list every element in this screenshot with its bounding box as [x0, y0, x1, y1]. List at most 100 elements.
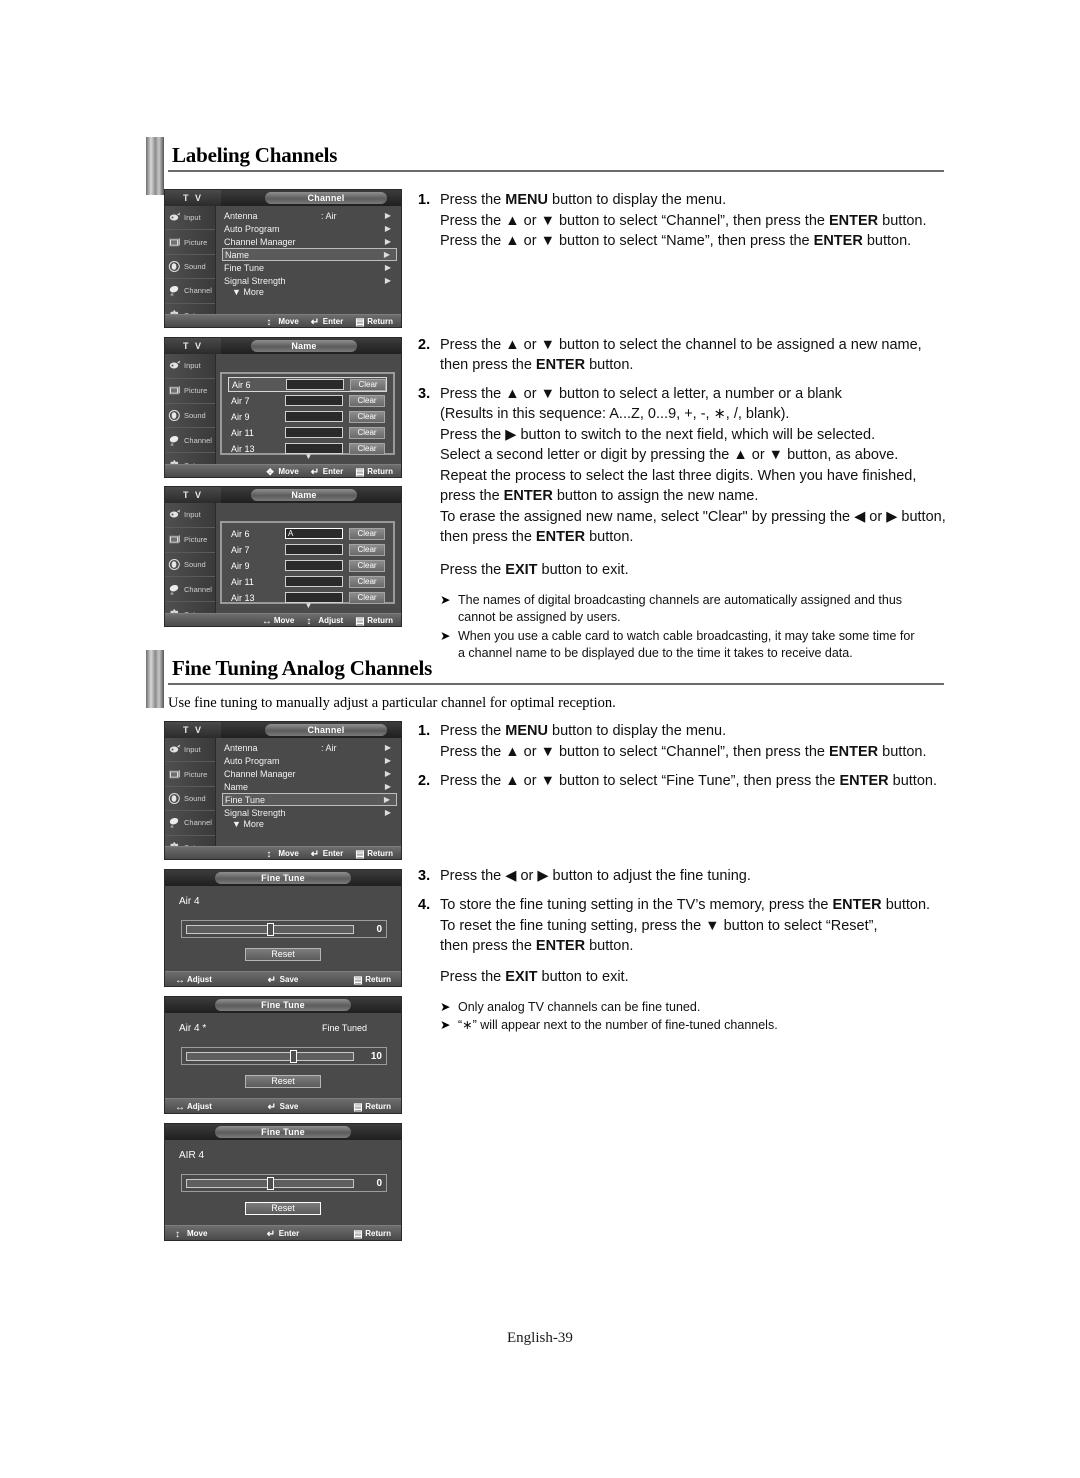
osd-screen-title: Fine Tune	[215, 872, 351, 884]
osd-fine-tune-reset[interactable]: Fine Tune AIR 4 0 Reset Move Enter	[164, 1123, 402, 1241]
name-input[interactable]	[285, 560, 343, 571]
osd-fine-tune-initial[interactable]: Fine Tune Air 4 0 Reset Adjust Save	[164, 869, 402, 987]
sidebar-item-input[interactable]: Input	[165, 503, 215, 528]
name-row[interactable]: Air 11 Clear	[228, 574, 387, 589]
bottom-enter-label: Enter	[278, 1228, 300, 1238]
name-input[interactable]	[285, 544, 343, 555]
name-row[interactable]: Air 9 Clear	[228, 558, 387, 573]
sidebar-item-channel[interactable]: Channel	[165, 577, 215, 603]
step-line: Press the ▲ or ▼ button to select “Name”…	[440, 233, 912, 249]
scroll-down-caret-icon[interactable]: ▼	[216, 601, 401, 610]
page-footer: English-39	[507, 1330, 573, 1346]
osd-name-list-empty[interactable]: T V Name Input Picture Sound Channel Air…	[164, 337, 402, 478]
clear-button[interactable]: Clear	[349, 426, 385, 439]
sidebar-item-picture[interactable]: Picture	[165, 230, 215, 255]
name-input[interactable]	[285, 427, 343, 438]
sidebar-item-picture[interactable]: Picture	[165, 379, 215, 404]
menu-item-more[interactable]: ▼ More	[222, 287, 397, 297]
sidebar-item-channel[interactable]: Channel	[165, 811, 215, 836]
menu-item-more[interactable]: ▼ More	[222, 819, 397, 829]
sidebar-item-sound[interactable]: Sound	[165, 787, 215, 812]
chevron-right-icon: ▶	[384, 276, 392, 285]
reset-button[interactable]: Reset	[245, 1075, 321, 1088]
slider-track[interactable]	[186, 1049, 354, 1063]
exit-instruction: Press the EXIT button to exit.	[440, 561, 629, 578]
name-row-channel: Air 6	[231, 528, 250, 539]
name-row[interactable]: Air 6 Clear	[228, 377, 387, 392]
sidebar-item-input[interactable]: Input	[165, 206, 215, 231]
step-line: To erase the assigned new name, select "…	[440, 508, 946, 525]
sidebar-item-sound[interactable]: Sound	[165, 255, 215, 280]
sidebar-item-picture[interactable]: Picture	[165, 762, 215, 787]
sidebar-item-input[interactable]: Input	[165, 738, 215, 763]
fine-tune-slider[interactable]: 0	[181, 1174, 387, 1192]
menu-item-antenna[interactable]: Antenna : Air ▶	[222, 741, 397, 754]
osd-bottom-bar: Move Enter Return	[165, 1225, 401, 1240]
sidebar-item-channel[interactable]: Channel	[165, 279, 215, 304]
menu-item-auto-program[interactable]: Auto Program ▶	[222, 222, 397, 235]
osd-name-list-editing[interactable]: T V Name Input Picture Sound Channel Air…	[164, 486, 402, 627]
sidebar-item-sound[interactable]: Sound	[165, 553, 215, 578]
slider-knob[interactable]	[266, 922, 274, 936]
name-input[interactable]: A	[285, 528, 343, 539]
fine-tune-body: Air 4 * Fine Tuned 10 Reset	[165, 1013, 401, 1099]
osd-channel-menu-finetune[interactable]: T V Channel Input Picture Sound Channel …	[164, 721, 402, 860]
slider-track[interactable]	[186, 922, 354, 936]
scroll-down-caret-icon[interactable]: ▼	[216, 452, 401, 461]
name-row[interactable]: Air 7 Clear	[228, 542, 387, 557]
enter-key-icon	[311, 467, 320, 476]
step-line: then press the ENTER button.	[440, 529, 634, 545]
slider-knob[interactable]	[266, 1176, 274, 1190]
clear-button[interactable]: Clear	[349, 410, 385, 423]
menu-item-name[interactable]: Name ▶	[222, 248, 397, 261]
name-input[interactable]	[285, 576, 343, 587]
reset-button[interactable]: Reset	[245, 1202, 321, 1215]
bottom-return-label: Return	[367, 848, 393, 858]
sidebar-item-label: Picture	[184, 769, 208, 779]
picture-icon	[168, 384, 181, 397]
osd-fine-tune-tuned[interactable]: Fine Tune Air 4 * Fine Tuned 10 Reset Ad…	[164, 996, 402, 1114]
menu-item-name[interactable]: Name ▶	[222, 780, 397, 793]
sidebar-item-input[interactable]: Input	[165, 354, 215, 379]
step-text: Press the ▲ or ▼ button to select “Fine …	[440, 771, 937, 792]
note-text: When you use a cable card to watch cable…	[458, 629, 915, 660]
four-way-arrows-icon	[266, 467, 275, 476]
menu-item-label: Auto Program	[224, 755, 280, 766]
clear-button[interactable]: Clear	[349, 527, 385, 540]
name-input[interactable]	[285, 395, 343, 406]
slider-track[interactable]	[186, 1176, 354, 1190]
leftright-arrows-icon	[262, 616, 271, 625]
menu-item-fine-tune[interactable]: Fine Tune ▶	[222, 793, 397, 806]
bottom-adjust-label: Adjust	[187, 974, 212, 984]
name-row[interactable]: Air 9 Clear	[228, 409, 387, 424]
clear-button[interactable]: Clear	[349, 559, 385, 572]
name-row[interactable]: Air 6 A Clear	[228, 526, 387, 541]
step-line: Press the ◀ or ▶ button to adjust the fi…	[440, 867, 751, 884]
menu-item-channel-manager[interactable]: Channel Manager ▶	[222, 767, 397, 780]
name-input[interactable]	[285, 411, 343, 422]
clear-button[interactable]: Clear	[349, 543, 385, 556]
fine-tune-slider[interactable]: 0	[181, 920, 387, 938]
menu-item-signal-strength[interactable]: Signal Strength ▶	[222, 274, 397, 287]
clear-button[interactable]: Clear	[349, 394, 385, 407]
fine-tune-slider[interactable]: 10	[181, 1047, 387, 1065]
name-row[interactable]: Air 7 Clear	[228, 393, 387, 408]
sidebar-item-channel[interactable]: Channel	[165, 428, 215, 454]
osd-channel-menu-name[interactable]: T V Channel Input Picture Sound Channel …	[164, 189, 402, 328]
menu-item-fine-tune[interactable]: Fine Tune ▶	[222, 261, 397, 274]
menu-item-signal-strength[interactable]: Signal Strength ▶	[222, 806, 397, 819]
clear-button[interactable]: Clear	[350, 378, 386, 391]
name-row[interactable]: Air 11 Clear	[228, 425, 387, 440]
bottom-move-label: Move	[278, 466, 299, 476]
reset-button[interactable]: Reset	[245, 948, 321, 961]
menu-item-auto-program[interactable]: Auto Program ▶	[222, 754, 397, 767]
osd-bottom-bar: Move Enter Return	[165, 464, 401, 477]
clear-button[interactable]: Clear	[349, 575, 385, 588]
name-input[interactable]	[286, 379, 344, 390]
sidebar-item-sound[interactable]: Sound	[165, 404, 215, 429]
step-text: Press the ▲ or ▼ button to select a lett…	[440, 384, 946, 548]
menu-item-antenna[interactable]: Antenna : Air ▶	[222, 209, 397, 222]
slider-knob[interactable]	[289, 1049, 297, 1063]
sidebar-item-picture[interactable]: Picture	[165, 528, 215, 553]
menu-item-channel-manager[interactable]: Channel Manager ▶	[222, 235, 397, 248]
